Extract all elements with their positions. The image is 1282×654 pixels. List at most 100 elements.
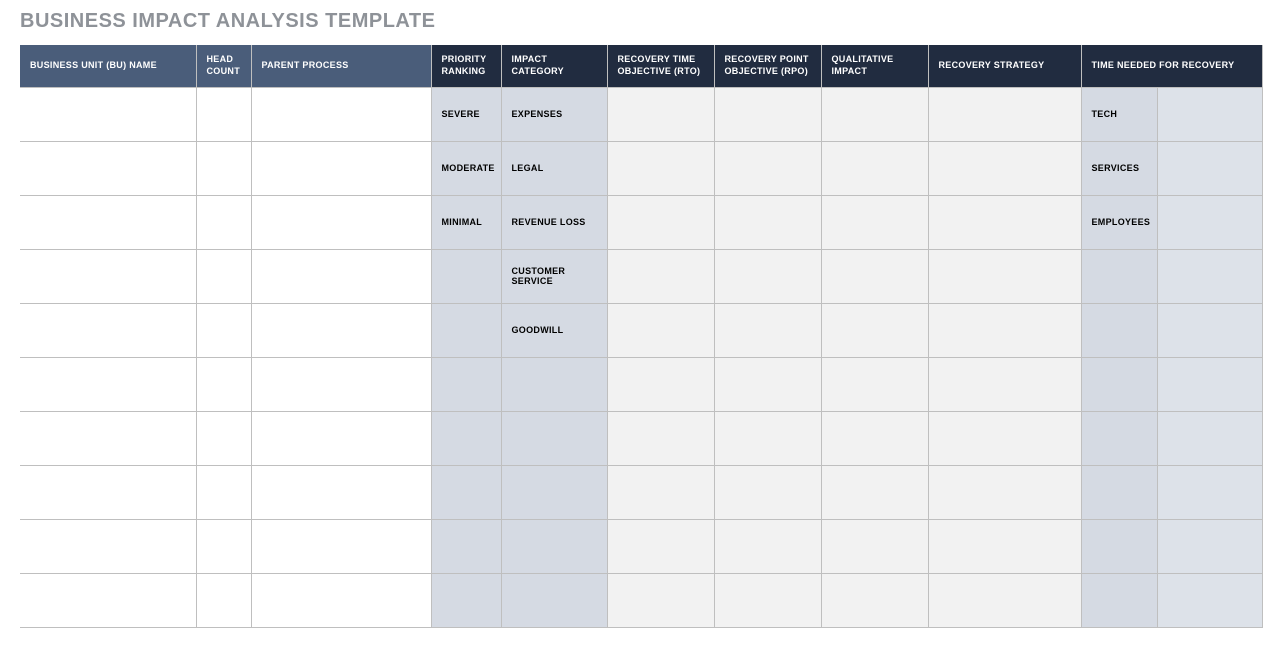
cell-time2 [1157,519,1262,573]
cell-time1 [1081,249,1157,303]
cell-qualitative [821,249,928,303]
cell-qualitative [821,357,928,411]
cell-bu [20,573,196,627]
cell-head-count [196,249,251,303]
cell-impact: LEGAL [501,141,607,195]
cell-strategy [928,141,1081,195]
cell-strategy [928,519,1081,573]
cell-strategy [928,465,1081,519]
cell-bu [20,411,196,465]
cell-impact [501,573,607,627]
cell-time2 [1157,141,1262,195]
cell-parent-process [251,303,431,357]
cell-head-count [196,87,251,141]
cell-bu [20,195,196,249]
cell-rto [607,87,714,141]
header-impact: IMPACT CATEGORY [501,45,607,87]
cell-rpo [714,195,821,249]
cell-head-count [196,411,251,465]
cell-priority [431,249,501,303]
cell-strategy [928,411,1081,465]
cell-parent-process [251,141,431,195]
cell-qualitative [821,465,928,519]
table-row [20,573,1262,627]
cell-rpo [714,249,821,303]
cell-head-count [196,195,251,249]
cell-time1 [1081,357,1157,411]
cell-qualitative [821,141,928,195]
cell-strategy [928,573,1081,627]
cell-rto [607,249,714,303]
cell-rpo [714,87,821,141]
cell-parent-process [251,411,431,465]
header-priority: PRIORITY RANKING [431,45,501,87]
cell-priority [431,303,501,357]
page-title: BUSINESS IMPACT ANALYSIS TEMPLATE [20,10,1262,33]
cell-rpo [714,141,821,195]
cell-rto [607,357,714,411]
cell-qualitative [821,303,928,357]
cell-rto [607,465,714,519]
cell-priority [431,357,501,411]
cell-parent-process [251,465,431,519]
cell-head-count [196,303,251,357]
cell-time2 [1157,303,1262,357]
table-row [20,357,1262,411]
cell-parent-process [251,519,431,573]
cell-time1 [1081,519,1157,573]
cell-head-count [196,573,251,627]
cell-head-count [196,519,251,573]
cell-impact: GOODWILL [501,303,607,357]
bia-table: BUSINESS UNIT (BU) NAME HEAD COUNT PAREN… [20,45,1263,628]
cell-time2 [1157,249,1262,303]
cell-bu [20,87,196,141]
cell-qualitative [821,411,928,465]
cell-bu [20,357,196,411]
cell-bu [20,465,196,519]
cell-rpo [714,303,821,357]
cell-impact [501,357,607,411]
cell-strategy [928,303,1081,357]
cell-time1: TECH [1081,87,1157,141]
cell-rpo [714,411,821,465]
cell-bu [20,303,196,357]
cell-priority: MODERATE [431,141,501,195]
cell-impact [501,465,607,519]
cell-priority [431,411,501,465]
cell-time1 [1081,573,1157,627]
cell-impact: REVENUE LOSS [501,195,607,249]
cell-priority: MINIMAL [431,195,501,249]
cell-rto [607,573,714,627]
header-head-count: HEAD COUNT [196,45,251,87]
cell-strategy [928,195,1081,249]
table-row: GOODWILL [20,303,1262,357]
cell-qualitative [821,195,928,249]
table-row [20,519,1262,573]
table-row: MODERATELEGAL SERVICES [20,141,1262,195]
cell-qualitative [821,87,928,141]
cell-time2 [1157,573,1262,627]
cell-rpo [714,357,821,411]
cell-strategy [928,357,1081,411]
cell-rto [607,519,714,573]
header-parent-process: PARENT PROCESS [251,45,431,87]
cell-time1: SERVICES [1081,141,1157,195]
cell-rto [607,195,714,249]
header-rto: RECOVERY TIME OBJECTIVE (RTO) [607,45,714,87]
cell-rpo [714,465,821,519]
header-rpo: RECOVERY POINT OBJECTIVE (RPO) [714,45,821,87]
cell-impact: EXPENSES [501,87,607,141]
cell-head-count [196,357,251,411]
header-time-needed: TIME NEEDED FOR RECOVERY [1081,45,1262,87]
cell-impact [501,519,607,573]
cell-time1: EMPLOYEES [1081,195,1157,249]
cell-parent-process [251,249,431,303]
cell-time1 [1081,303,1157,357]
cell-bu [20,141,196,195]
table-row: CUSTOMER SERVICE [20,249,1262,303]
header-strategy: RECOVERY STRATEGY [928,45,1081,87]
cell-impact: CUSTOMER SERVICE [501,249,607,303]
cell-priority [431,573,501,627]
cell-time2 [1157,87,1262,141]
cell-bu [20,249,196,303]
